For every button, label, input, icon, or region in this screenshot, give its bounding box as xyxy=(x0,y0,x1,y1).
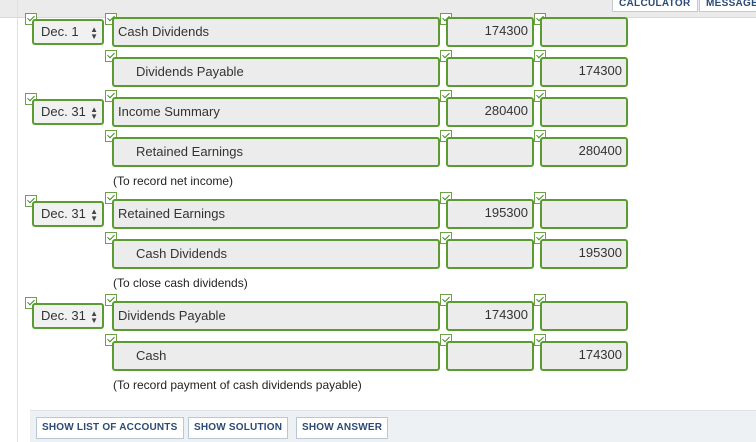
debit-field[interactable] xyxy=(446,341,534,371)
account-field[interactable]: Cash Dividends xyxy=(112,17,440,47)
calculator-button[interactable]: CALCULATOR xyxy=(612,0,698,12)
account-field[interactable]: Retained Earnings xyxy=(112,137,440,167)
account-field[interactable]: Income Summary xyxy=(112,97,440,127)
credit-field[interactable]: 174300 xyxy=(540,341,628,371)
date-value: Dec. 31 xyxy=(41,206,86,221)
entry-memo: (To record payment of cash dividends pay… xyxy=(113,378,362,392)
debit-field[interactable] xyxy=(446,57,534,87)
show-solution-button[interactable]: SHOW SOLUTION xyxy=(188,417,289,439)
account-field[interactable]: Cash xyxy=(112,341,440,371)
credit-field[interactable] xyxy=(540,199,628,229)
date-value: Dec. 31 xyxy=(41,308,86,323)
content-border xyxy=(17,0,18,442)
account-field[interactable]: Cash Dividends xyxy=(112,239,440,269)
date-select[interactable]: Dec. 31 ▲ ▼ xyxy=(32,201,104,227)
date-value: Dec. 1 xyxy=(41,24,79,39)
debit-field[interactable]: 280400 xyxy=(446,97,534,127)
account-field[interactable]: Dividends Payable xyxy=(112,301,440,331)
debit-field[interactable] xyxy=(446,239,534,269)
account-field[interactable]: Retained Earnings xyxy=(112,199,440,229)
credit-field[interactable] xyxy=(540,97,628,127)
account-field[interactable]: Dividends Payable xyxy=(112,57,440,87)
credit-field[interactable] xyxy=(540,301,628,331)
show-answer-button[interactable]: SHOW ANSWER xyxy=(296,417,389,439)
show-list-of-accounts-button[interactable]: SHOW LIST OF ACCOUNTS xyxy=(36,417,184,439)
date-select[interactable]: Dec. 31 ▲ ▼ xyxy=(32,303,104,329)
entry-memo: (To record net income) xyxy=(113,174,234,188)
chevron-down-icon: ▼ xyxy=(90,32,98,41)
credit-field[interactable] xyxy=(540,17,628,47)
debit-field[interactable]: 174300 xyxy=(446,301,534,331)
debit-field[interactable]: 195300 xyxy=(446,199,534,229)
date-value: Dec. 31 xyxy=(41,104,86,119)
credit-field[interactable]: 280400 xyxy=(540,137,628,167)
chevron-down-icon: ▼ xyxy=(90,316,98,325)
message-button[interactable]: MESSAGE xyxy=(699,0,756,12)
entry-memo: (To close cash dividends) xyxy=(113,276,248,290)
debit-field[interactable]: 174300 xyxy=(446,17,534,47)
credit-field[interactable]: 174300 xyxy=(540,57,628,87)
chevron-down-icon: ▼ xyxy=(90,214,98,223)
debit-field[interactable] xyxy=(446,137,534,167)
credit-field[interactable]: 195300 xyxy=(540,239,628,269)
date-select[interactable]: Dec. 31 ▲ ▼ xyxy=(32,99,104,125)
chevron-down-icon: ▼ xyxy=(90,112,98,121)
date-select[interactable]: Dec. 1 ▲ ▼ xyxy=(32,19,104,45)
